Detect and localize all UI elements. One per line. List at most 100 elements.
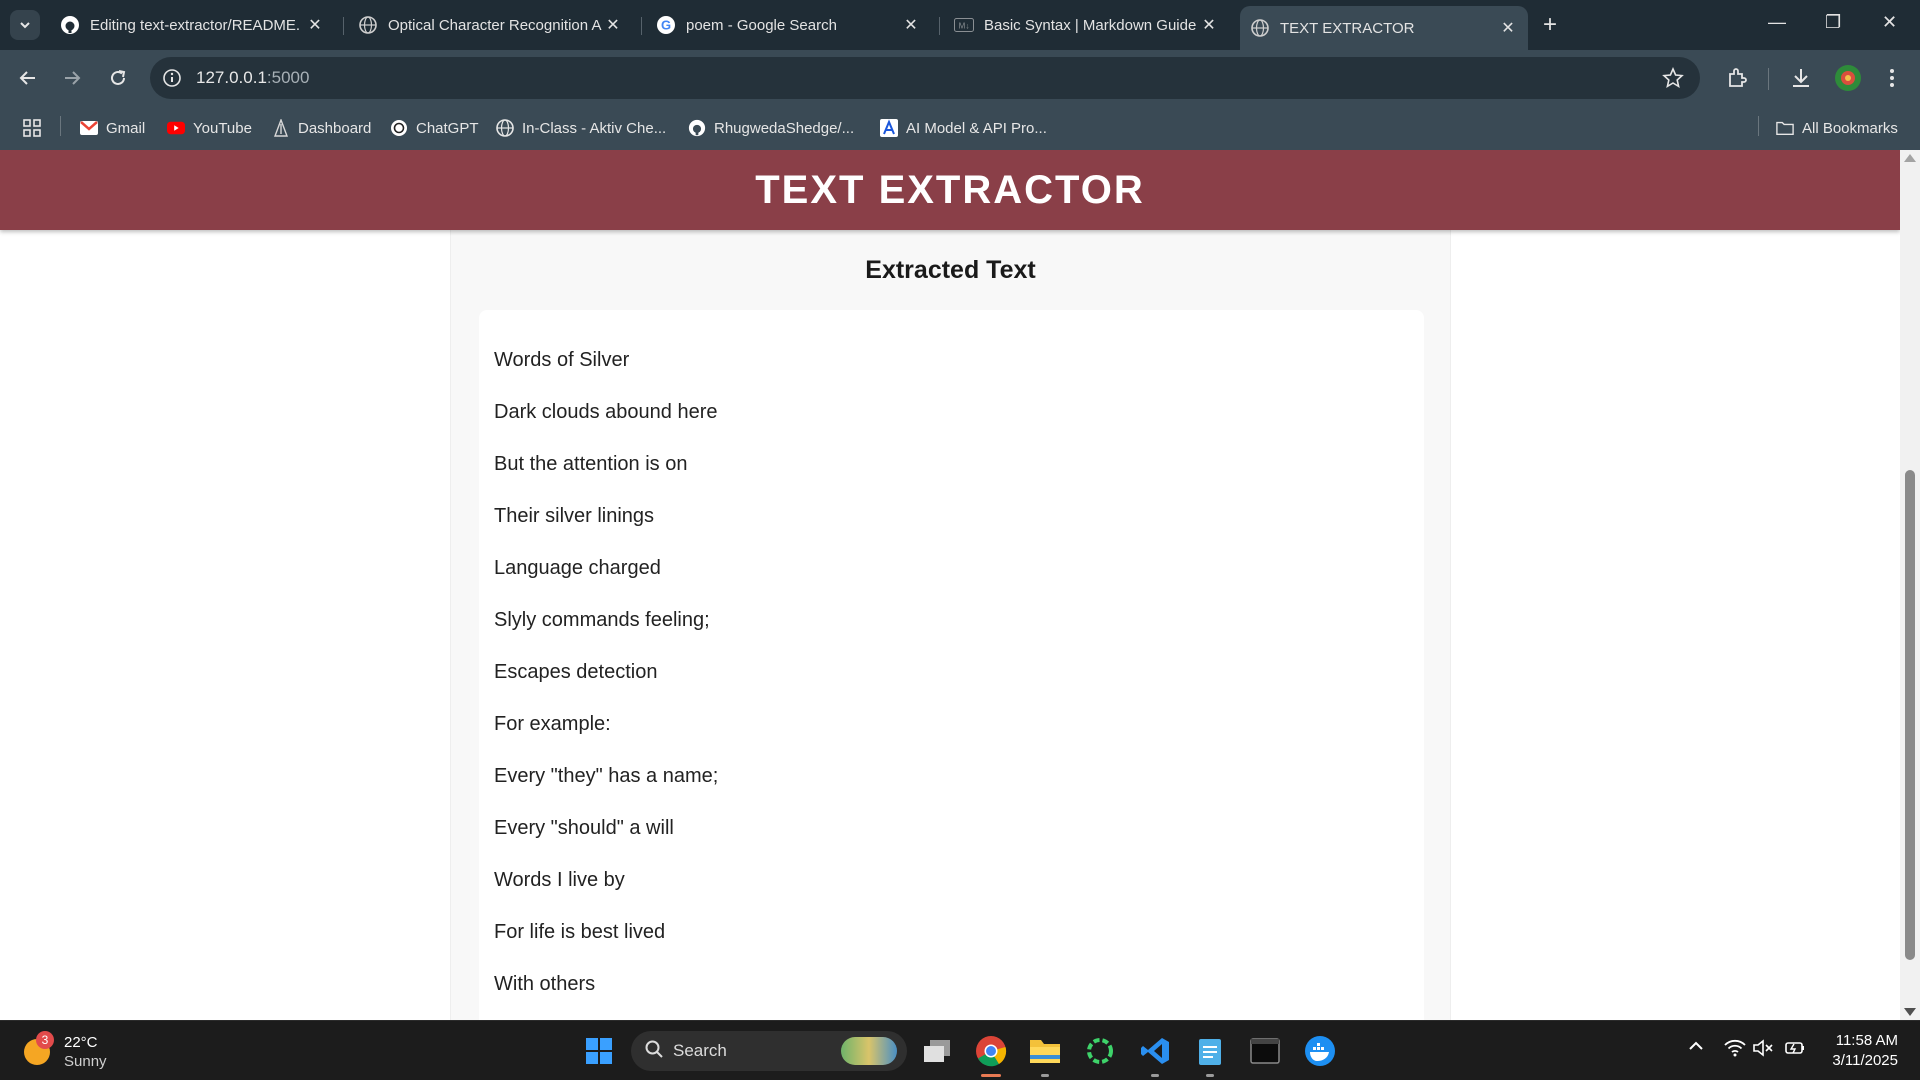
bookmark-github[interactable]: RhugwedaShedge/... [688, 117, 854, 139]
address-bar[interactable]: 127.0.0.1:5000 [150, 57, 1700, 99]
forward-button[interactable] [58, 64, 86, 92]
tab-readme[interactable]: Editing text-extractor/README. ✕ [50, 7, 335, 43]
terminal-icon[interactable] [1247, 1033, 1283, 1069]
show-hidden-icons-chevron-icon[interactable] [1688, 1039, 1704, 1057]
scroll-up-arrow-icon[interactable] [1904, 154, 1916, 162]
close-icon[interactable]: ✕ [901, 15, 921, 35]
url-port: :5000 [266, 68, 310, 87]
apps-grid-icon[interactable] [22, 117, 42, 139]
card-title: Extracted Text [865, 256, 1036, 284]
back-arrow-icon [19, 71, 35, 85]
page-scrollbar[interactable] [1900, 150, 1920, 1020]
back-button[interactable] [14, 64, 42, 92]
start-button[interactable] [581, 1033, 617, 1069]
tab-search-button[interactable] [10, 10, 40, 40]
bookmark-ai-model[interactable]: AI Model & API Pro... [880, 117, 1047, 139]
bookmark-dashboard[interactable]: Dashboard [272, 117, 371, 139]
extracted-line: Slyly commands feeling; [494, 609, 710, 631]
tab-divider [939, 17, 940, 35]
taskbar-search[interactable]: Search [631, 1031, 907, 1071]
chevron-down-icon [20, 22, 30, 29]
github-icon [688, 119, 706, 137]
window-close-icon[interactable]: ✕ [1882, 12, 1897, 33]
close-icon[interactable]: ✕ [1199, 15, 1219, 35]
markdown-icon: M↓ [954, 15, 974, 35]
extracted-line: With others [494, 973, 596, 995]
google-icon: G [656, 15, 676, 35]
task-view-icon[interactable] [919, 1033, 955, 1069]
site-info-icon[interactable] [162, 68, 182, 88]
windows-logo-icon [586, 1038, 612, 1064]
extracted-line: Words of Silver [494, 349, 630, 371]
tab-google-search[interactable]: G poem - Google Search ✕ [646, 7, 931, 43]
tab-title: Editing text-extractor/README. [90, 16, 301, 34]
extracted-line: Every "they" has a name; [494, 765, 719, 787]
tab-title: Optical Character Recognition A [388, 16, 602, 34]
scrollbar-thumb[interactable] [1905, 470, 1915, 960]
file-explorer-icon[interactable] [1027, 1033, 1063, 1077]
chrome-icon[interactable] [973, 1033, 1009, 1077]
tab-title: TEXT EXTRACTOR [1280, 19, 1415, 37]
url-host: 127.0.0.1 [196, 68, 267, 87]
forward-arrow-icon [65, 71, 81, 85]
search-label: Search [673, 1041, 727, 1060]
globe-icon [496, 119, 514, 137]
search-icon [645, 1040, 663, 1063]
bookmark-label: In-Class - Aktiv Che... [522, 119, 667, 137]
tab-divider [343, 17, 344, 35]
ai-icon [880, 119, 898, 137]
bookmarks-divider [1758, 116, 1759, 136]
bookmark-chatgpt[interactable]: ChatGPT [390, 117, 479, 139]
tab-text-extractor[interactable]: TEXT EXTRACTOR ✕ [1240, 6, 1528, 50]
profile-avatar[interactable] [1834, 64, 1862, 92]
clock-time: 11:58 AM [1835, 1032, 1898, 1049]
page-title: TEXT EXTRACTOR [755, 167, 1145, 212]
bookmark-label: ChatGPT [416, 119, 479, 137]
all-bookmarks[interactable]: All Bookmarks [1776, 117, 1898, 139]
more-menu-icon[interactable] [1880, 66, 1904, 90]
volume-muted-icon[interactable] [1752, 1039, 1774, 1062]
scroll-down-arrow-icon[interactable] [1904, 1008, 1916, 1016]
docker-icon[interactable] [1302, 1033, 1338, 1069]
tab-title: Basic Syntax | Markdown Guide [984, 16, 1197, 34]
tab-title: poem - Google Search [686, 16, 837, 34]
system-clock[interactable]: 11:58 AM 3/11/2025 [1822, 1031, 1898, 1071]
bookmark-gmail[interactable]: Gmail [80, 117, 145, 139]
bookmark-youtube[interactable]: YouTube [167, 117, 252, 139]
notification-badge: 3 [36, 1031, 54, 1049]
bookmark-label: YouTube [193, 119, 252, 137]
tab-ocr[interactable]: Optical Character Recognition A ✕ [348, 7, 633, 43]
bookmark-in-class[interactable]: In-Class - Aktiv Che... [496, 117, 666, 139]
youtube-icon [167, 119, 185, 137]
page-header: TEXT EXTRACTOR [0, 150, 1900, 230]
extensions-icon[interactable] [1725, 66, 1749, 90]
dashboard-icon [272, 119, 290, 137]
minimize-icon[interactable]: — [1768, 12, 1786, 33]
extracted-line: Words I live by [494, 869, 625, 891]
new-tab-button[interactable]: + [1543, 12, 1557, 38]
close-icon[interactable]: ✕ [1498, 18, 1518, 38]
svg-text:G: G [661, 18, 671, 33]
notepad-icon[interactable] [1192, 1033, 1228, 1077]
tab-markdown-guide[interactable]: M↓ Basic Syntax | Markdown Guide ✕ [944, 7, 1229, 43]
reload-button[interactable] [104, 64, 132, 92]
battery-charging-icon[interactable] [1784, 1039, 1806, 1062]
gmail-icon [80, 119, 98, 137]
extracted-line: But the attention is on [494, 453, 688, 475]
svg-text:M↓: M↓ [959, 22, 970, 31]
extracted-line: Every "should" a will [494, 817, 674, 839]
vscode-icon[interactable] [1137, 1033, 1173, 1077]
clock-date: 3/11/2025 [1832, 1052, 1898, 1069]
chatgpt-icon [390, 119, 408, 137]
close-icon[interactable]: ✕ [305, 15, 325, 35]
extracted-line: Language charged [494, 557, 661, 579]
restore-icon[interactable]: ❐ [1825, 12, 1841, 33]
download-icon[interactable] [1789, 66, 1813, 90]
bookmark-star-icon[interactable] [1662, 66, 1684, 89]
bookmarks-divider [60, 116, 61, 136]
loading-app-icon[interactable] [1082, 1033, 1118, 1069]
close-icon[interactable]: ✕ [603, 15, 623, 35]
extracted-line: Escapes detection [494, 661, 658, 683]
weather-widget[interactable]: 3 22°C Sunny [24, 1031, 107, 1071]
wifi-icon[interactable] [1724, 1039, 1746, 1062]
